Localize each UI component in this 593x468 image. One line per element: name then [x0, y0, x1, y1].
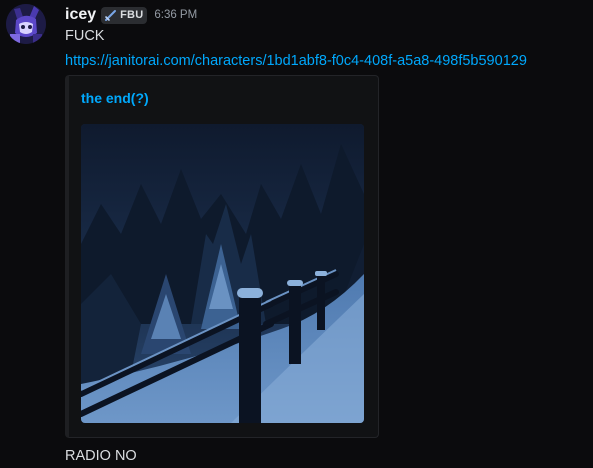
- embed-title[interactable]: the end(?): [81, 90, 149, 106]
- message-header: icey FBU 6:36 PM: [65, 5, 197, 25]
- guild-tag[interactable]: FBU: [101, 6, 148, 24]
- link-embed: the end(?): [65, 75, 379, 438]
- guild-tag-label: FBU: [120, 9, 144, 21]
- snowy-fence-night-image[interactable]: [81, 124, 364, 423]
- avatar[interactable]: [6, 4, 46, 44]
- sword-icon: [105, 9, 117, 21]
- message-link[interactable]: https://janitorai.com/characters/1bd1abf…: [65, 53, 527, 69]
- author-username[interactable]: icey: [65, 6, 96, 24]
- avatar-icon: [6, 4, 46, 44]
- message-timestamp[interactable]: 6:36 PM: [154, 9, 197, 21]
- message-text: FUCK: [65, 28, 105, 44]
- followup-message-text: RADIO NO: [65, 448, 137, 464]
